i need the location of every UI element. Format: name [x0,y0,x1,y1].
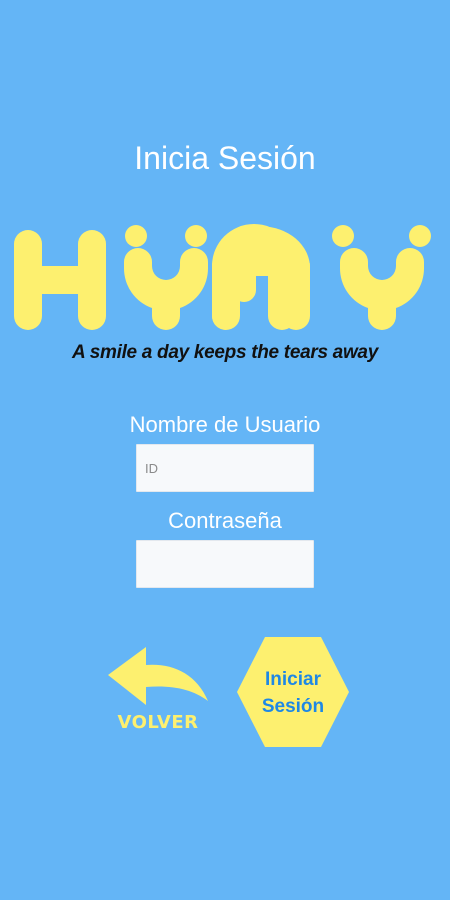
login-label-line1: Iniciar [265,669,321,690]
back-arrow-icon [108,647,208,705]
login-button[interactable]: Iniciar Sesión [236,636,350,748]
login-label: Iniciar Sesión [236,666,350,720]
username-label: Nombre de Usuario [129,412,321,437]
back-button[interactable]: VOLVER [102,645,212,740]
password-label: Contraseña [168,508,282,533]
logo-tagline: A smile a day keeps the tears away [72,342,378,363]
page-title: Inicia Sesión [134,140,316,176]
username-input[interactable] [136,444,314,492]
login-label-line2: Sesión [261,696,325,717]
password-input[interactable] [136,540,314,588]
hymy-logo [14,224,431,330]
back-label: VOLVER [117,712,199,733]
